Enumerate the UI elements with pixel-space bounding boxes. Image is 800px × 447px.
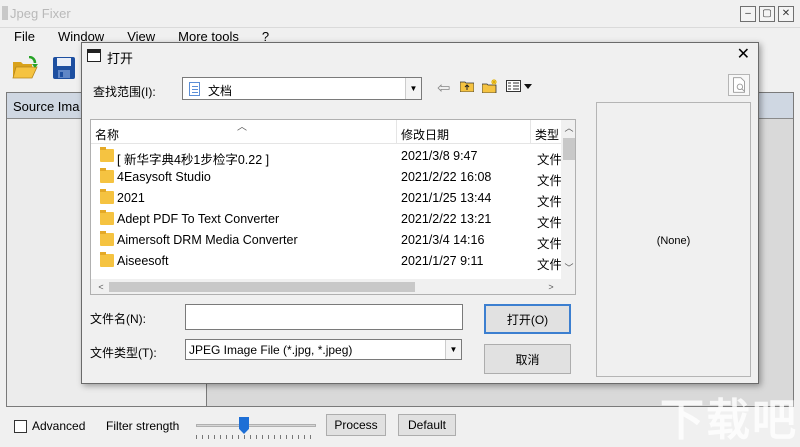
filetype-combo[interactable]: JPEG Image File (*.jpg, *.jpeg) ▼ [185,339,462,360]
file-list-row[interactable]: 2021 2021/1/25 13:44 文件 [91,188,563,209]
look-in-value: 文档 [208,84,233,98]
filetype-label: 文件类型(T): [90,346,157,360]
column-divider[interactable] [530,120,531,144]
save-icon[interactable] [52,56,76,80]
scroll-up-icon[interactable]: ︿ [561,120,575,136]
cancel-button[interactable]: 取消 [484,344,571,374]
file-list-row[interactable]: Aiseesoft 2021/1/27 9:11 文件 [91,251,563,272]
file-name: Adept PDF To Text Converter [117,212,280,226]
close-button[interactable]: ✕ [778,6,794,22]
advanced-label: Advanced [32,419,86,433]
default-button[interactable]: Default [398,414,456,436]
file-type: 文件 [537,237,563,251]
chevron-down-icon[interactable]: ▼ [445,340,461,359]
dialog-window-icon [87,49,101,62]
filter-strength-slider-thumb[interactable] [239,417,249,434]
dialog-title: 打开 [107,51,134,66]
look-in-label: 查找范围(I): [93,85,156,99]
process-button[interactable]: Process [326,414,386,436]
horizontal-scrollbar[interactable]: < > [91,279,575,294]
new-folder-icon[interactable] [482,79,498,93]
back-arrow-icon[interactable]: ⇦ [437,78,450,98]
file-date: 2021/1/25 13:44 [401,191,492,205]
watermark-logo: 下载吧 [660,395,798,446]
documents-icon [189,82,200,96]
folder-icon [100,168,114,183]
dialog-close-icon[interactable]: ✕ [737,46,750,64]
horizontal-scroll-thumb[interactable] [109,282,415,292]
file-list-row[interactable]: Aimersoft DRM Media Converter 2021/3/4 1… [91,230,563,251]
menu-file[interactable]: File [6,28,43,46]
file-type: 文件 [537,174,563,188]
file-name: 4Easysoft Studio [117,170,211,184]
file-type: 文件 [537,216,563,230]
file-name: Aimersoft DRM Media Converter [117,233,298,247]
file-name: 2021 [117,191,145,205]
filter-strength-slider-track[interactable] [196,424,316,427]
app-titlebar: Jpeg Fixer – ▢ ✕ [0,0,800,28]
file-date: 2021/3/4 14:16 [401,233,485,247]
slider-ticks [196,435,316,439]
maximize-button[interactable]: ▢ [759,6,775,22]
file-name: Aiseesoft [117,254,169,268]
file-type: 文件 [537,258,563,272]
column-header-date[interactable]: 修改日期 [401,126,449,143]
preview-icon [733,77,745,93]
folder-icon [100,231,114,246]
file-list-row[interactable]: Adept PDF To Text Converter 2021/2/22 13… [91,209,563,230]
open-folder-icon[interactable] [12,56,38,80]
file-type: 文件 [537,153,563,167]
file-list-row[interactable]: 4Easysoft Studio 2021/2/22 16:08 文件 [91,167,563,188]
file-name: [ 新华字典4秒1步检字0.22 ] [117,153,270,167]
open-file-dialog: 打开 ✕ 查找范围(I): 文档 ▼ ⇦ ︿ 名称 修改日期 类型 [新华字典… [81,42,759,384]
file-list-header: ︿ 名称 修改日期 类型 [91,120,561,144]
file-date: 2021/2/22 16:08 [401,170,492,184]
minimize-button[interactable]: – [740,6,756,22]
vertical-scroll-thumb[interactable] [563,138,575,160]
file-list[interactable]: ︿ 名称 修改日期 类型 [ 新华字典4秒1步检字0.22 ] 2021/3/8… [90,119,576,295]
up-folder-icon[interactable] [460,80,474,92]
filename-input[interactable] [185,304,463,330]
column-divider[interactable] [396,120,397,144]
filename-label: 文件名(N): [90,312,146,326]
scroll-right-icon[interactable]: > [543,279,559,294]
folder-icon [100,189,114,204]
folder-icon [100,210,114,225]
filetype-value: JPEG Image File (*.jpg, *.jpeg) [189,343,353,357]
app-icon [2,6,8,20]
scroll-down-icon[interactable]: ﹀ [561,260,575,276]
file-type: 文件 [537,195,563,209]
view-menu-icon[interactable] [506,80,534,92]
file-date: 2021/3/8 9:47 [401,149,478,163]
file-date: 2021/2/22 13:21 [401,212,492,226]
vertical-scrollbar[interactable]: ︿ ﹀ [561,120,575,279]
preview-text: (None) [656,235,691,247]
column-header-name[interactable]: 名称 [95,126,119,143]
app-title: Jpeg Fixer [10,6,71,21]
preview-toggle-button[interactable] [728,74,750,96]
scroll-left-icon[interactable]: < [93,279,109,294]
open-button[interactable]: 打开(O) [484,304,571,334]
folder-icon [100,252,114,267]
column-header-type[interactable]: 类型 [535,126,559,143]
window-controls: – ▢ ✕ [740,6,794,22]
filter-strength-label: Filter strength [106,419,180,433]
advanced-checkbox[interactable] [14,420,27,433]
look-in-combo[interactable]: 文档 ▼ [182,77,422,100]
chevron-down-icon[interactable]: ▼ [405,78,421,99]
sort-ascending-icon: ︿ [237,122,247,133]
source-panel-label: Source Ima [13,99,80,114]
folder-icon [100,147,114,162]
file-date: 2021/1/27 9:11 [401,254,484,268]
preview-pane: (None) [596,102,751,377]
file-list-row[interactable]: [ 新华字典4秒1步检字0.22 ] 2021/3/8 9:47 文件 [91,146,563,167]
